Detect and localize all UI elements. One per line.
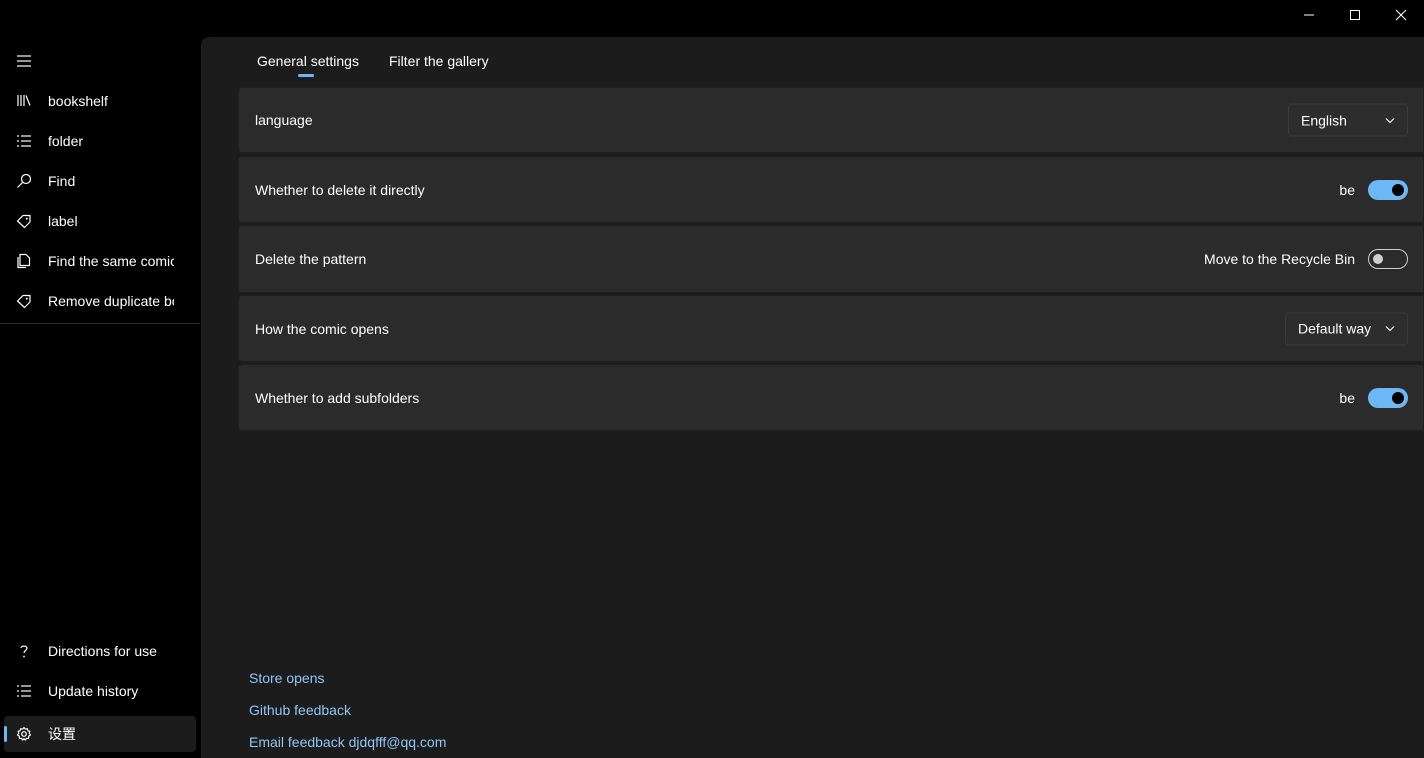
language-dropdown[interactable]: English — [1288, 103, 1408, 137]
maximize-button[interactable] — [1332, 0, 1378, 30]
toggle-state-text: be — [1339, 389, 1355, 406]
store-link[interactable]: Store opens — [249, 670, 325, 686]
setting-label: Delete the pattern — [255, 251, 367, 267]
toggle-state-text: Move to the Recycle Bin — [1204, 251, 1355, 267]
nav-toggle-button[interactable] — [8, 45, 40, 77]
tab-filter-gallery[interactable]: Filter the gallery — [389, 53, 489, 69]
tag-icon — [4, 203, 44, 239]
github-feedback-link[interactable]: Github feedback — [249, 702, 351, 718]
sidebar-item-label: label — [48, 213, 78, 229]
toggle-state-text: be — [1339, 181, 1355, 198]
toggle-knob — [1392, 391, 1404, 404]
delete-directly-toggle-group: be — [1339, 179, 1408, 200]
minimize-icon — [1304, 14, 1314, 16]
setting-card-delete-pattern: Delete the pattern Move to the Recycle B… — [238, 225, 1424, 293]
delete-pattern-toggle[interactable] — [1368, 249, 1408, 269]
maximize-icon — [1350, 10, 1360, 20]
sidebar-item-folder[interactable]: folder — [4, 123, 196, 159]
setting-label: Whether to delete it directly — [255, 181, 425, 198]
open-mode-dropdown[interactable]: Default way — [1285, 312, 1408, 345]
sidebar-item-directions[interactable]: Directions for use — [4, 633, 196, 669]
close-icon — [1395, 9, 1407, 21]
list-icon — [4, 673, 44, 709]
tab-general-settings[interactable]: General settings — [257, 53, 359, 69]
list-icon — [4, 123, 44, 159]
tab-selected-indicator — [298, 74, 314, 77]
setting-card-add-subfolders: Whether to add subfolders be — [238, 364, 1424, 431]
sidebar-item-label: Find the same comic — [48, 253, 174, 269]
settings-pane: General settings Filter the gallery lang… — [201, 37, 1424, 758]
open-mode-dropdown-value: Default way — [1298, 320, 1372, 337]
sidebar-item-bookshelf[interactable]: bookshelf — [4, 83, 196, 119]
toggle-knob — [1392, 183, 1404, 196]
delete-pattern-toggle-group: Move to the Recycle Bin — [1204, 249, 1408, 269]
copy-icon — [4, 243, 44, 279]
add-subfolders-toggle-group: be — [1339, 387, 1408, 408]
minimize-button[interactable] — [1286, 0, 1332, 30]
sidebar-item-label-tags[interactable]: label — [4, 203, 196, 239]
sidebar-item-find[interactable]: Find — [4, 163, 196, 199]
sidebar-divider — [0, 323, 200, 324]
sidebar-item-label: Find — [48, 173, 76, 189]
setting-card-language: language English — [238, 87, 1424, 153]
tag-icon — [4, 283, 44, 319]
sidebar-item-label: bookshelf — [48, 93, 108, 109]
sidebar-item-label: 设置 — [48, 726, 76, 742]
setting-label: language — [255, 112, 313, 128]
library-icon — [4, 83, 44, 119]
sidebar-item-find-same-comic[interactable]: Find the same comic — [4, 243, 196, 279]
sidebar-item-settings[interactable]: 设置 — [4, 716, 196, 752]
question-icon — [4, 633, 44, 669]
delete-directly-toggle[interactable] — [1368, 179, 1408, 200]
email-feedback-link[interactable]: Email feedback djdqfff@qq.com — [249, 734, 446, 750]
setting-label: Whether to add subfolders — [255, 389, 420, 406]
toggle-knob — [1373, 254, 1383, 264]
sidebar-item-remove-duplicate[interactable]: Remove duplicate bo — [4, 283, 196, 319]
setting-label: How the comic opens — [255, 320, 389, 337]
language-dropdown-value: English — [1301, 112, 1347, 128]
setting-card-open-mode: How the comic opens Default way — [238, 295, 1424, 362]
sidebar-item-label: folder — [48, 133, 84, 149]
sidebar-item-label: Update history — [48, 683, 139, 699]
search-icon — [4, 163, 44, 199]
chevron-down-icon — [1385, 117, 1395, 123]
add-subfolders-toggle[interactable] — [1368, 387, 1408, 408]
gear-icon — [4, 716, 44, 752]
sidebar-item-label: Remove duplicate bo — [48, 293, 174, 309]
chevron-down-icon — [1385, 326, 1395, 332]
hamburger-icon — [17, 55, 31, 67]
setting-card-delete-directly: Whether to delete it directly be — [238, 156, 1424, 223]
sidebar-item-label: Directions for use — [48, 643, 157, 659]
close-button[interactable] — [1378, 0, 1424, 30]
sidebar-item-update-history[interactable]: Update history — [4, 673, 196, 709]
